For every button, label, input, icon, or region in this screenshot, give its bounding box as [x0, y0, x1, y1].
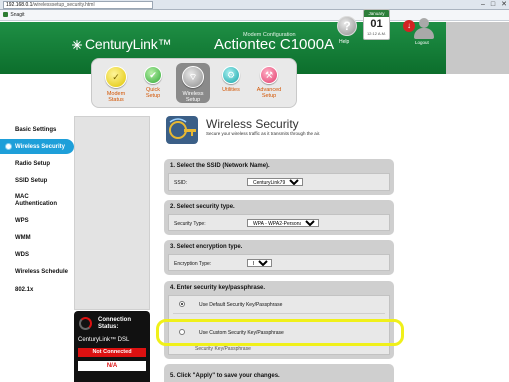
nav-label: Quick Setup — [145, 87, 161, 99]
avatar-head — [419, 18, 429, 28]
encryption-type-label: Encryption Type: — [174, 261, 212, 267]
sidebar-item-wireless-security[interactable]: Wireless Security — [0, 139, 74, 155]
minimize-button[interactable]: – — [481, 0, 485, 9]
close-button[interactable]: ✕ — [501, 0, 507, 9]
highlight-annotation — [156, 319, 404, 346]
sidebar-item-mac-authentication[interactable]: MAC Authentication — [2, 190, 74, 212]
sidebar-item-label: Radio Setup — [15, 161, 51, 167]
connection-status-panel: Connection Status: CenturyLink™ DSL Not … — [74, 311, 150, 382]
user-avatar-icon[interactable] — [414, 18, 434, 39]
sidebar-item-label: SSID Setup — [15, 178, 48, 184]
sidebar-item-label: WDS — [15, 252, 29, 258]
help-label[interactable]: Help — [339, 39, 349, 45]
nav-quick-setup[interactable]: ✔ Quick Setup — [136, 66, 170, 99]
security-type-select[interactable]: WPA - WPA2-Personal — [247, 219, 319, 227]
section-title: 5. Click "Apply" to save your changes. — [170, 373, 280, 379]
security-key-label: Security Key/Passphrase — [195, 346, 251, 352]
sidebar-item-wmm[interactable]: WMM — [2, 230, 74, 247]
nav-wireless-setup[interactable]: ⌔ Wireless Setup — [176, 63, 210, 103]
default-key-label: Use Default Security Key/Passphrase — [199, 302, 283, 308]
wireless-setup-icon: ⌔ — [182, 66, 204, 88]
encryption-type-select[interactable]: Both — [247, 259, 272, 267]
sidebar — [74, 116, 150, 310]
default-key-option[interactable]: Use Default Security Key/Passphrase — [173, 296, 385, 314]
nav-label: Wireless Setup — [182, 91, 204, 103]
connection-title: Connection Status: — [98, 317, 131, 330]
nav-utilities[interactable]: ⚙ Utilities — [214, 66, 248, 93]
security-type-label: Security Type: — [174, 221, 206, 227]
browser-address-bar: 192.168.0.1/wirelesssetup_security.html … — [0, 0, 509, 10]
nav-label: Advanced Setup — [256, 87, 282, 99]
sidebar-item-basic-settings[interactable]: Basic Settings — [2, 122, 74, 139]
calendar-widget: January 01 12:12 A.M. — [363, 9, 390, 40]
sidebar-item-ssid-setup[interactable]: SSID Setup — [2, 173, 74, 190]
brand-logo[interactable]: CenturyLink™ — [72, 36, 172, 52]
sidebar-item-wds[interactable]: WDS — [2, 247, 74, 264]
sidebar-item-8021x[interactable]: 802.1x — [2, 281, 74, 298]
quick-setup-icon: ✔ — [144, 66, 162, 84]
url-path: /wirelesssetup_security.html — [32, 2, 95, 8]
sidebar-item-wps[interactable]: WPS — [2, 212, 74, 230]
section-select-ssid: 1. Select the SSID (Network Name). SSID:… — [164, 159, 394, 195]
page-title: Wireless Security — [206, 117, 299, 131]
bookmark-snagit[interactable]: Snagit — [10, 12, 24, 18]
sidebar-item-wireless-schedule[interactable]: Wireless Schedule — [2, 264, 74, 281]
brand-name: CenturyLink™ — [85, 36, 172, 52]
page-root: 192.168.0.1/wirelesssetup_security.html … — [0, 0, 509, 382]
section-title: 1. Select the SSID (Network Name). — [170, 163, 270, 169]
wireless-security-icon — [166, 116, 198, 144]
window-controls: – □ ✕ — [481, 0, 507, 9]
calendar-day: 01 — [370, 18, 383, 30]
nav-label: Utilities — [222, 87, 240, 93]
connection-provider: CenturyLink™ DSL — [78, 337, 130, 343]
utilities-icon: ⚙ — [222, 66, 240, 84]
nav-label: Modem Status — [106, 91, 126, 103]
section-title: 4. Enter security key/passphrase. — [170, 285, 266, 291]
nav-modem-status[interactable]: ✓ Modem Status — [99, 66, 133, 103]
sidebar-item-label: WPS — [15, 217, 29, 224]
section-apply: 5. Click "Apply" to save your changes. — [164, 364, 394, 382]
header-right-area — [446, 22, 509, 74]
url-host: 192.168.0.1 — [6, 2, 33, 8]
sidebar-item-label: WMM — [15, 235, 31, 241]
sidebar-item-label: 802.1x — [15, 286, 34, 293]
centurylink-logo-icon — [72, 40, 82, 50]
connection-value: N/A — [78, 361, 146, 371]
section-security-type: 2. Select security type. Security Type: … — [164, 200, 394, 235]
section-encryption-type: 3. Select encryption type. Encryption Ty… — [164, 240, 394, 275]
active-dot-icon — [5, 143, 12, 150]
ssid-label: SSID: — [174, 180, 188, 186]
help-icon[interactable]: ? — [337, 16, 357, 36]
section-title: 2. Select security type. — [170, 204, 235, 210]
snagit-icon — [3, 12, 8, 18]
maximize-button[interactable]: □ — [491, 0, 495, 9]
default-key-radio[interactable] — [179, 301, 185, 307]
sidebar-item-radio-setup[interactable]: Radio Setup — [2, 156, 74, 173]
connection-gauge-icon — [79, 317, 92, 330]
sidebar-item-label: Wireless Security — [15, 143, 65, 150]
section-body: Encryption Type: Both — [168, 254, 390, 271]
section-title: 3. Select encryption type. — [170, 244, 243, 250]
model-subtitle: Modem Configuration — [243, 32, 296, 38]
sidebar-item-label: MAC Authentication — [15, 193, 57, 207]
page-subtitle: Secure your wireless traffic as it trans… — [206, 131, 321, 136]
logout-icon[interactable]: ↓ — [403, 20, 415, 32]
modem-status-icon: ✓ — [105, 66, 127, 88]
url-field[interactable]: 192.168.0.1/wirelesssetup_security.html — [3, 1, 153, 9]
model-title: Actiontec C1000A — [214, 36, 335, 53]
sidebar-item-label: Wireless Schedule — [15, 269, 68, 275]
logout-label[interactable]: Logout — [415, 40, 429, 45]
section-body: SSID: CenturyLink7994 — [168, 173, 390, 191]
calendar-time: 12:12 A.M. — [366, 31, 387, 36]
sidebar-item-label: Basic Settings — [15, 127, 57, 133]
ssid-select[interactable]: CenturyLink7994 — [247, 178, 303, 186]
connection-state-badge: Not Connected — [78, 348, 146, 357]
advanced-setup-icon: ⚒ — [260, 66, 278, 84]
calendar-month: January — [364, 10, 389, 17]
avatar-body — [414, 28, 434, 39]
nav-advanced-setup[interactable]: ⚒ Advanced Setup — [252, 66, 286, 99]
section-body: Security Type: WPA - WPA2-Personal — [168, 214, 390, 231]
